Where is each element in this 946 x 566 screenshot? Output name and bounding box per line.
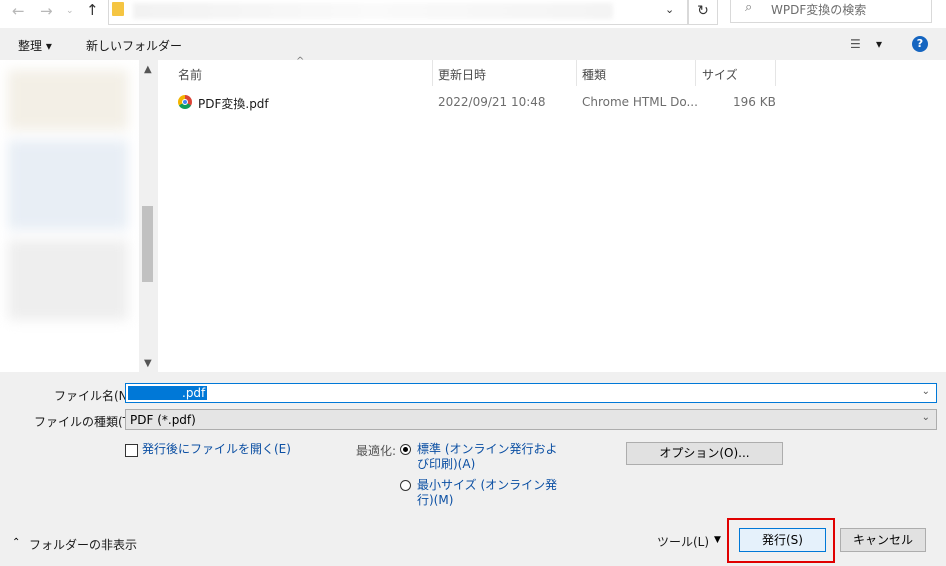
forward-icon[interactable]: → bbox=[40, 2, 53, 20]
chevron-down-icon[interactable]: ⌄ bbox=[922, 412, 930, 423]
sort-ascending-icon: ^ bbox=[296, 56, 305, 67]
cancel-button[interactable]: キャンセル bbox=[840, 528, 926, 552]
optimize-standard-line1[interactable]: 標準 (オンライン発行およ bbox=[417, 441, 558, 457]
new-folder-button[interactable]: 新しいフォルダー bbox=[86, 37, 182, 54]
column-divider[interactable] bbox=[576, 60, 577, 86]
filetype-select[interactable]: PDF (*.pdf) ⌄ bbox=[125, 409, 937, 430]
file-size: 196 KB bbox=[733, 95, 776, 109]
scroll-up-icon[interactable]: ▲ bbox=[144, 64, 152, 75]
search-placeholder: WPDF変換の検索 bbox=[771, 3, 867, 17]
toolbar: 整理 ▾ 新しいフォルダー ☰ ▾ ? bbox=[0, 28, 946, 60]
file-name[interactable]: PDF変換.pdf bbox=[198, 95, 269, 112]
view-list-icon[interactable]: ☰ bbox=[850, 37, 861, 51]
nav-item-blurred bbox=[8, 240, 128, 320]
file-modified: 2022/09/21 10:48 bbox=[438, 95, 546, 109]
file-type: Chrome HTML Do... bbox=[582, 95, 698, 109]
filetype-label: ファイルの種類(T): bbox=[34, 415, 139, 429]
search-icon: ⌕ bbox=[745, 0, 753, 15]
chevron-down-icon[interactable]: ⌄ bbox=[665, 3, 674, 16]
view-dropdown[interactable]: ▾ bbox=[876, 37, 882, 51]
address-box[interactable]: ⌄ bbox=[108, 0, 688, 25]
chrome-file-icon bbox=[178, 95, 192, 109]
hide-folders-button[interactable]: フォルダーの非表示 bbox=[29, 536, 137, 553]
recent-dropdown-icon[interactable]: ⌄ bbox=[66, 6, 74, 16]
open-after-checkbox[interactable] bbox=[125, 444, 138, 457]
open-after-label[interactable]: 発行後にファイルを開く(E) bbox=[142, 441, 291, 457]
filename-value: .pdf bbox=[128, 386, 208, 400]
filename-input[interactable]: .pdf ⌄ bbox=[125, 383, 937, 403]
filetype-value: PDF (*.pdf) bbox=[130, 413, 196, 427]
nav-scrollbar-thumb[interactable] bbox=[142, 206, 153, 282]
refresh-icon[interactable]: ↻ bbox=[688, 0, 718, 25]
up-icon[interactable]: ↑ bbox=[86, 1, 99, 19]
optimize-standard-line2[interactable]: び印刷)(A) bbox=[417, 456, 475, 472]
column-divider[interactable] bbox=[775, 60, 776, 86]
optimize-min-line2[interactable]: 行)(M) bbox=[417, 492, 453, 508]
organize-button[interactable]: 整理 ▾ bbox=[18, 37, 52, 54]
optimize-min-radio[interactable] bbox=[400, 480, 411, 491]
chevron-down-icon[interactable]: ⌄ bbox=[922, 386, 930, 397]
tools-dropdown-icon[interactable]: ▼ bbox=[714, 535, 721, 545]
optimize-standard-radio[interactable] bbox=[400, 444, 411, 455]
column-header-modified[interactable]: 更新日時 bbox=[438, 66, 486, 83]
nav-item-blurred bbox=[8, 140, 128, 230]
column-divider[interactable] bbox=[695, 60, 696, 86]
column-divider[interactable] bbox=[432, 60, 433, 86]
navigation-pane[interactable]: ▲ ▼ bbox=[0, 60, 156, 372]
address-path-blurred bbox=[133, 3, 613, 19]
help-icon[interactable]: ? bbox=[912, 36, 928, 52]
scroll-down-icon[interactable]: ▼ bbox=[144, 358, 152, 369]
nav-item-blurred bbox=[8, 70, 128, 130]
tools-button[interactable]: ツール(L) bbox=[657, 533, 709, 550]
column-header-name[interactable]: 名前 bbox=[178, 66, 202, 83]
highlight-box bbox=[727, 518, 835, 563]
file-list: ^ 名前 更新日時 種類 サイズ PDF変換.pdf 2022/09/21 10… bbox=[158, 56, 946, 372]
address-bar-row: ← → ⌄ ↑ ⌄ ↻ ⌕ WPDF変換の検索 bbox=[0, 0, 946, 28]
search-input[interactable]: ⌕ WPDF変換の検索 bbox=[730, 0, 932, 23]
options-button[interactable]: オプション(O)... bbox=[626, 442, 783, 465]
column-header-type[interactable]: 種類 bbox=[582, 66, 606, 83]
column-header-size[interactable]: サイズ bbox=[702, 66, 738, 83]
folder-icon bbox=[112, 2, 124, 16]
chevron-up-icon[interactable]: ⌃ bbox=[12, 537, 20, 548]
back-icon[interactable]: ← bbox=[12, 2, 25, 20]
optimize-label: 最適化: bbox=[356, 444, 397, 458]
optimize-min-line1[interactable]: 最小サイズ (オンライン発 bbox=[417, 477, 557, 493]
